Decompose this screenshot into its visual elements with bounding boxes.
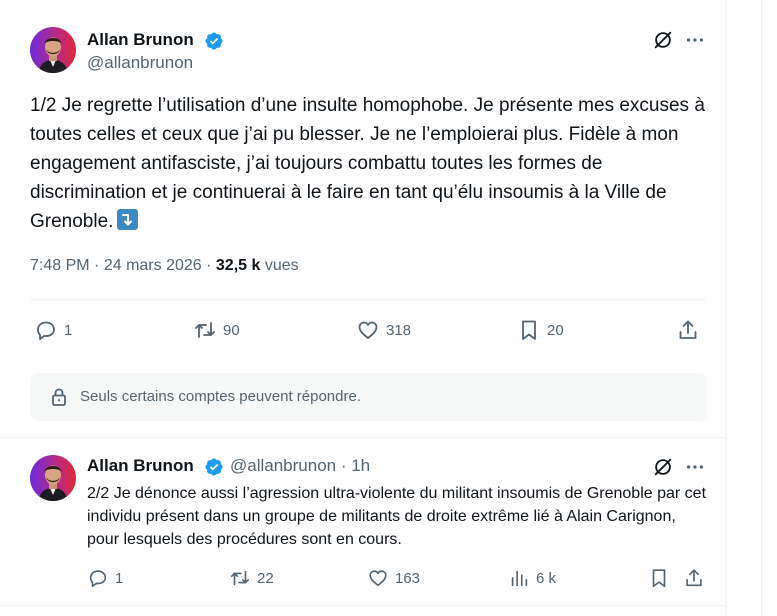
share-icon: [686, 569, 702, 587]
repost-icon: [230, 570, 250, 586]
repost-icon: [195, 322, 215, 338]
reply-bookmark-button[interactable]: [648, 567, 670, 589]
reply-grok-icon[interactable]: [652, 456, 674, 478]
reply-icon: [89, 570, 107, 588]
reply-restriction-text: Seuls certains comptes peuvent répondre.: [80, 388, 361, 405]
analytics-icon: [511, 570, 528, 587]
reply-author-name[interactable]: Allan Brunon: [87, 456, 194, 476]
view-count: 32,5 k: [215, 257, 261, 274]
bookmark-button[interactable]: 20: [517, 318, 564, 342]
tweet-text: 1/2 Je regrette l’utilisation d’une insu…: [30, 91, 710, 236]
author-name[interactable]: Allan Brunon: [87, 30, 194, 50]
reply-view-count: 6 k: [536, 569, 557, 587]
views-label: vues: [264, 257, 299, 274]
verified-badge-icon: [204, 31, 224, 51]
reply-share-button[interactable]: [683, 567, 705, 589]
divider: [30, 299, 706, 300]
reply-like-button[interactable]: 163: [367, 567, 420, 589]
bookmark-icon: [522, 320, 536, 340]
bookmark-icon: [652, 569, 666, 588]
more-options-icon[interactable]: [684, 29, 706, 51]
reply-handle-time[interactable]: @allanbrunon · 1h: [230, 456, 370, 476]
reply-avatar[interactable]: [30, 455, 76, 501]
reply-reply-count: 1: [115, 569, 124, 587]
reply-icon: [37, 321, 55, 340]
reply-button[interactable]: 1: [34, 318, 72, 342]
like-button[interactable]: 318: [356, 318, 411, 342]
reply-count: 1: [64, 321, 73, 339]
avatar[interactable]: [30, 27, 76, 73]
grok-icon[interactable]: [652, 29, 674, 51]
reply-reply-button[interactable]: 1: [87, 567, 123, 589]
like-count: 318: [386, 321, 412, 339]
reply-restriction-notice: Seuls certains comptes peuvent répondre.: [30, 373, 707, 421]
repost-count: 90: [223, 321, 240, 339]
reply-repost-button[interactable]: 22: [229, 567, 274, 589]
meta-dot: ·: [94, 257, 104, 274]
share-button[interactable]: [676, 318, 700, 342]
arrow-right-down-emoji-icon: [117, 209, 139, 230]
heart-icon: [369, 570, 387, 587]
reply-verified-badge-icon: [204, 457, 224, 477]
sidebar-edge: [761, 0, 762, 616]
tweet-date[interactable]: 24 mars 2026: [104, 257, 202, 274]
author-handle[interactable]: @allanbrunon: [87, 53, 193, 73]
tweet-separator: [0, 605, 726, 606]
bookmark-count: 20: [547, 321, 564, 339]
repost-button[interactable]: 90: [193, 318, 240, 342]
timeline-column: Allan Brunon @allanbrunon 1/2 Je regrett…: [0, 0, 726, 616]
heart-icon: [358, 321, 378, 339]
reply-views-button[interactable]: 6 k: [508, 567, 556, 589]
reply-more-options-icon[interactable]: [684, 456, 706, 478]
lock-icon: [52, 388, 66, 406]
share-icon: [679, 320, 697, 339]
tweet-meta: 7:48 PM · 24 mars 2026 · 32,5 k vues: [30, 257, 299, 275]
reply-repost-count: 22: [257, 569, 274, 587]
tweet-separator: [0, 437, 726, 438]
reply-like-count: 163: [395, 569, 421, 587]
meta-dot: ·: [206, 257, 216, 274]
tweet-time[interactable]: 7:48 PM: [30, 257, 90, 274]
reply-text: 2/2 Je dénonce aussi l’agression ultra-v…: [87, 485, 707, 548]
